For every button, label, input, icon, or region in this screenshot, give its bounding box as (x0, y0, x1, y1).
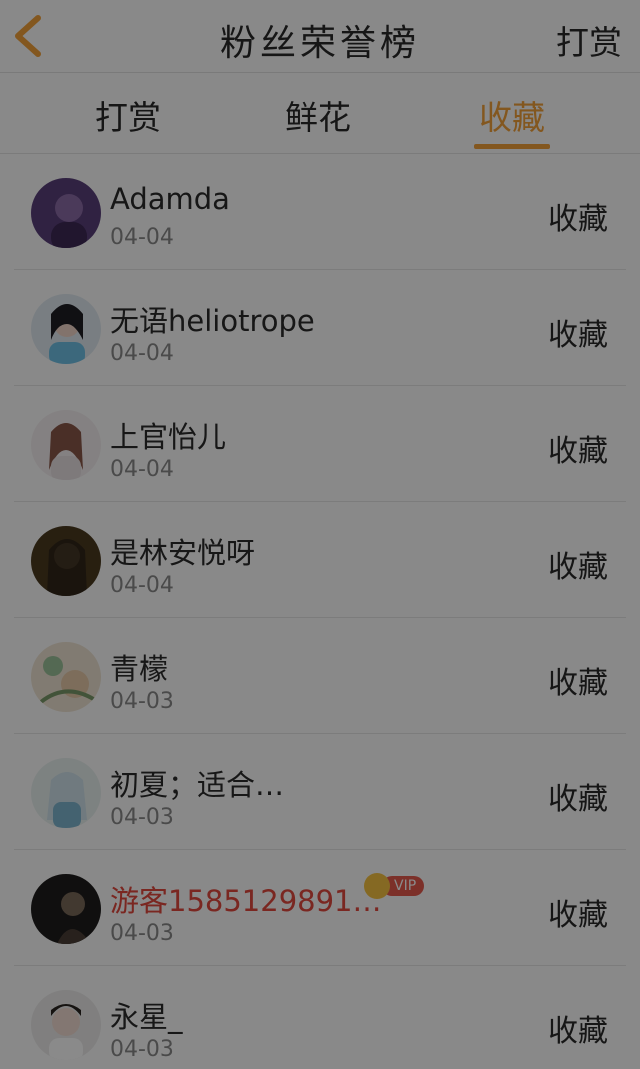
list-item[interactable]: 游客1585129891… VIP 04-03 收藏 (14, 850, 626, 966)
fan-action: 收藏 (548, 434, 608, 469)
fan-date: 04-04 (110, 341, 174, 366)
avatar (31, 874, 101, 944)
page-title: 粉丝荣誉榜 (219, 23, 420, 64)
list-item[interactable]: 上官怡儿 04-04 收藏 (14, 386, 626, 502)
avatar (31, 178, 101, 248)
fan-date: 04-03 (110, 1037, 174, 1062)
avatar (31, 410, 101, 480)
fan-action: 收藏 (548, 1014, 608, 1049)
fan-name: 游客1585129891… (110, 884, 382, 918)
list-item[interactable]: 初夏；适合… 04-03 收藏 (14, 734, 626, 850)
top-bar: 粉丝荣誉榜 打赏 (0, 0, 640, 73)
crown-icon (364, 873, 390, 899)
fan-date: 04-03 (110, 805, 174, 830)
reward-button[interactable]: 打赏 (556, 16, 622, 64)
tab-bar: 打赏 鲜花 收藏 (0, 73, 640, 154)
fan-list: Adamda 04-04 收藏 无语heliotrope 04-04 收藏 上官… (0, 154, 640, 1069)
fan-action: 收藏 (548, 782, 608, 817)
fan-name: Adamda (110, 182, 230, 216)
fan-date: 04-03 (110, 921, 174, 946)
avatar (31, 758, 101, 828)
tab-flowers[interactable]: 鲜花 (282, 91, 354, 139)
list-item[interactable]: 青檬 04-03 收藏 (14, 618, 626, 734)
fan-date: 04-03 (110, 689, 174, 714)
vip-badge: VIP (364, 873, 425, 899)
fan-name: 永星_ (110, 1000, 183, 1034)
avatar (31, 642, 101, 712)
list-item[interactable]: 是林安悦呀 04-04 收藏 (14, 502, 626, 618)
avatar (31, 990, 101, 1060)
app-screen: 粉丝荣誉榜 打赏 打赏 鲜花 收藏 Adamda 04-04 收藏 无语heli… (0, 0, 640, 1069)
fan-name: 初夏；适合… (110, 768, 285, 802)
active-tab-indicator (474, 144, 550, 149)
fan-action: 收藏 (548, 318, 608, 353)
tab-reward[interactable]: 打赏 (92, 91, 164, 139)
fan-action: 收藏 (548, 898, 608, 933)
list-item[interactable]: 无语heliotrope 04-04 收藏 (14, 270, 626, 386)
tab-favorites[interactable]: 收藏 (474, 91, 550, 139)
fan-date: 04-04 (110, 457, 174, 482)
fan-date: 04-04 (110, 573, 174, 598)
fan-action: 收藏 (548, 666, 608, 701)
fan-action: 收藏 (548, 550, 608, 585)
fan-name: 是林安悦呀 (110, 536, 256, 570)
avatar (31, 526, 101, 596)
fan-name: 青檬 (110, 652, 169, 686)
fan-date: 04-04 (110, 225, 174, 250)
fan-action: 收藏 (548, 202, 608, 237)
avatar (31, 294, 101, 364)
fan-name: 无语heliotrope (110, 304, 315, 338)
fan-name: 上官怡儿 (110, 420, 227, 454)
list-item[interactable]: 永星_ 04-03 收藏 (14, 966, 626, 1069)
list-item[interactable]: Adamda 04-04 收藏 (14, 154, 626, 270)
